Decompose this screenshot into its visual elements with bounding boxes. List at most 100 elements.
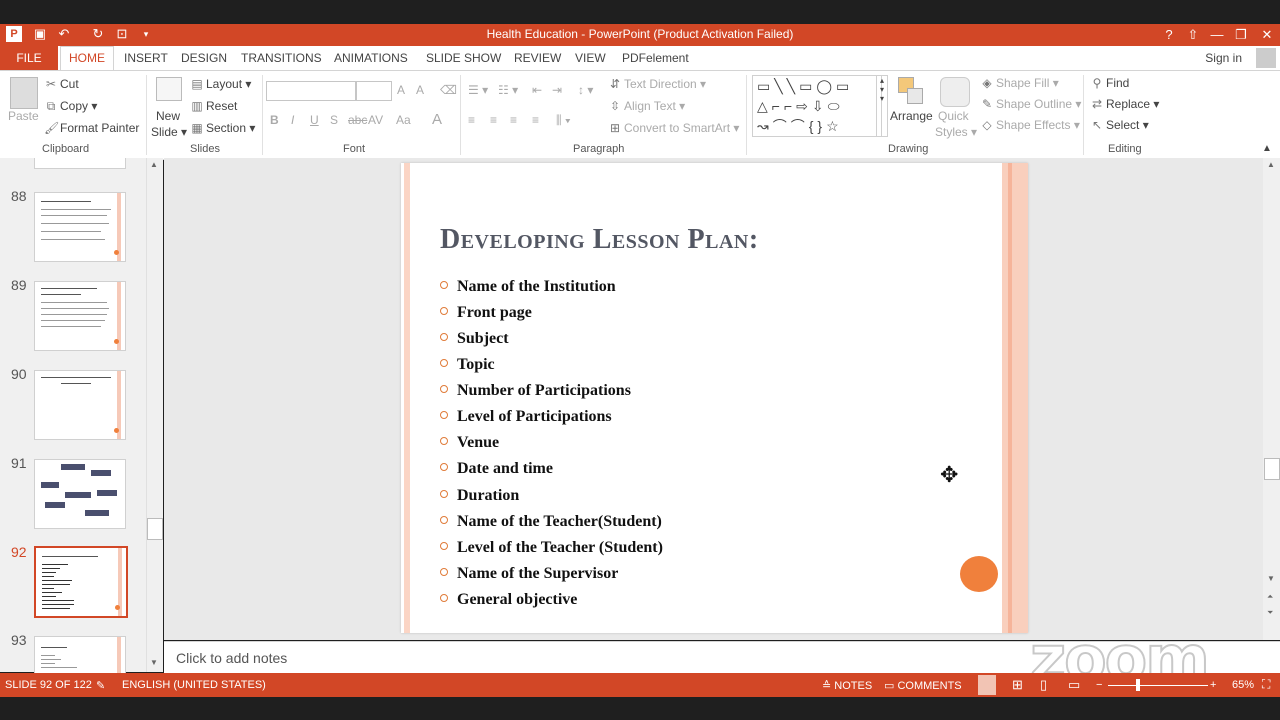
bullet-item[interactable]: Duration: [440, 487, 519, 505]
scroll-up-arrow-icon[interactable]: ▲: [150, 160, 158, 169]
tab-slide-show[interactable]: SLIDE SHOW: [426, 51, 501, 65]
shape-outline-button[interactable]: ✎ Shape Outline ▾: [980, 97, 1081, 111]
underline-button[interactable]: U: [310, 113, 319, 127]
zoom-level[interactable]: 65%: [1232, 679, 1254, 691]
new-slide-dropdown[interactable]: Slide ▾: [151, 125, 187, 139]
normal-view-button[interactable]: [978, 675, 996, 695]
language-indicator[interactable]: ENGLISH (UNITED STATES): [122, 679, 266, 691]
tab-insert[interactable]: INSERT: [124, 51, 168, 65]
slide-scrollbar[interactable]: ▲ ▼ ⏶ ⏷: [1263, 158, 1280, 640]
tab-file[interactable]: FILE: [0, 46, 58, 70]
minimize-button[interactable]: —: [1206, 26, 1228, 44]
zoom-slider-track[interactable]: [1108, 685, 1208, 686]
format-painter-button[interactable]: 🖌Format Painter: [44, 121, 139, 135]
bullet-item[interactable]: Date and time: [440, 460, 553, 478]
slide-thumbnail-89[interactable]: [34, 281, 126, 351]
bullet-item[interactable]: Level of the Teacher (Student): [440, 539, 663, 557]
shapes-scroll[interactable]: ▴ ▾ ▾: [876, 75, 888, 137]
sign-in-link[interactable]: Sign in: [1205, 51, 1242, 65]
find-button[interactable]: ⚲ Find: [1090, 76, 1130, 90]
bullet-item[interactable]: Level of Participations: [440, 408, 612, 426]
font-color-button[interactable]: A: [432, 111, 442, 128]
font-size-field[interactable]: [356, 81, 392, 101]
select-button[interactable]: ↖ Select ▾: [1090, 118, 1149, 132]
comments-toggle-button[interactable]: ▭ COMMENTS: [884, 679, 962, 692]
shrink-font-button[interactable]: A: [416, 83, 424, 97]
grow-font-button[interactable]: A: [397, 83, 405, 97]
cut-button[interactable]: ✂ Cut: [44, 77, 79, 91]
bullet-item[interactable]: Topic: [440, 356, 495, 374]
slide-thumbnail-91[interactable]: [34, 459, 126, 529]
collapse-ribbon-icon[interactable]: ▲: [1262, 143, 1272, 154]
convert-smartart-button[interactable]: ⊞ Convert to SmartArt ▾: [608, 121, 739, 135]
align-right-icon[interactable]: ≡: [510, 113, 517, 127]
align-left-icon[interactable]: ≡: [468, 113, 475, 127]
arrange-button[interactable]: Arrange: [890, 109, 933, 123]
scroll-down-arrow-icon[interactable]: ▼: [150, 658, 158, 667]
zoom-out-button[interactable]: −: [1096, 679, 1102, 691]
bullet-item[interactable]: Name of the Teacher(Student): [440, 513, 662, 531]
align-text-button[interactable]: ⇳ Align Text ▾: [608, 99, 685, 113]
zoom-in-button[interactable]: +: [1210, 679, 1216, 691]
shape-effects-button[interactable]: ◇ Shape Effects ▾: [980, 118, 1079, 132]
bullet-item[interactable]: Number of Participations: [440, 382, 631, 400]
slide-thumbnail-90[interactable]: [34, 370, 126, 440]
shape-fill-button[interactable]: ◈ Shape Fill ▾: [980, 76, 1058, 90]
ribbon-display-button[interactable]: ⇧: [1182, 26, 1204, 44]
slideshow-view-icon[interactable]: ▭: [1068, 677, 1080, 693]
layout-button[interactable]: ▤ Layout ▾: [190, 77, 251, 91]
decrease-indent-icon[interactable]: ⇤: [532, 83, 542, 97]
tab-review[interactable]: REVIEW: [514, 51, 561, 65]
bullet-item[interactable]: Front page: [440, 304, 532, 322]
tab-transitions[interactable]: TRANSITIONS: [241, 51, 322, 65]
fit-to-window-icon[interactable]: ⛶: [1262, 677, 1270, 692]
strikethrough-icon[interactable]: abc: [348, 113, 367, 127]
tab-animations[interactable]: ANIMATIONS: [334, 51, 408, 65]
zoom-slider-thumb[interactable]: [1136, 679, 1140, 691]
close-button[interactable]: ✕: [1256, 26, 1278, 44]
slide-title[interactable]: Developing Lesson Plan:: [440, 224, 759, 256]
increase-indent-icon[interactable]: ⇥: [552, 83, 562, 97]
scroll-down-arrow-icon[interactable]: ▼: [1267, 574, 1275, 583]
paste-icon[interactable]: [10, 77, 38, 109]
scroll-thumb[interactable]: [1264, 458, 1280, 480]
scroll-up-arrow-icon[interactable]: ▲: [1267, 160, 1275, 169]
paste-button[interactable]: Paste: [8, 109, 39, 123]
shapes-gallery[interactable]: ▭╲╲▭◯▭ △⌐⌐⇨⇩⬭ ↝⌒⌒{}☆: [752, 75, 882, 137]
scroll-thumb[interactable]: [147, 518, 163, 540]
slide-thumbnail-88[interactable]: [34, 192, 126, 262]
previous-slide-icon[interactable]: ⏶: [1267, 592, 1273, 602]
quick-styles-dropdown[interactable]: Styles ▾: [935, 125, 977, 139]
shadow-button[interactable]: S: [330, 113, 338, 127]
text-direction-button[interactable]: ⇵ Text Direction ▾: [608, 77, 706, 91]
bullet-item[interactable]: Name of the Supervisor: [440, 565, 618, 583]
arrange-icon[interactable]: [898, 77, 923, 105]
avatar[interactable]: [1256, 48, 1276, 68]
copy-button[interactable]: ⧉ Copy ▾: [44, 99, 98, 114]
italic-button[interactable]: I: [291, 113, 294, 127]
thumbnail-scrollbar[interactable]: ▲ ▼: [146, 158, 163, 672]
help-button[interactable]: ?: [1158, 26, 1180, 44]
reading-view-icon[interactable]: ▯: [1040, 677, 1047, 693]
spell-check-icon[interactable]: ✎: [96, 679, 105, 692]
section-button[interactable]: ▦ Section ▾: [190, 121, 255, 135]
tab-pdfelement[interactable]: PDFelement: [622, 51, 689, 65]
bullet-item[interactable]: Venue: [440, 434, 499, 452]
notes-toggle-button[interactable]: ≙ NOTES: [822, 679, 872, 692]
quick-styles-icon[interactable]: [940, 77, 970, 107]
new-slide-icon[interactable]: [156, 77, 182, 101]
bullet-item[interactable]: Name of the Institution: [440, 278, 616, 296]
justify-icon[interactable]: ≡: [532, 113, 539, 127]
char-spacing-button[interactable]: AV: [368, 113, 383, 127]
restore-button[interactable]: ❐: [1230, 26, 1252, 44]
align-center-icon[interactable]: ≡: [490, 113, 497, 127]
slide-sorter-icon[interactable]: ⊞: [1012, 677, 1023, 693]
bullets-icon[interactable]: ☰ ▾: [468, 83, 488, 97]
reset-button[interactable]: ▥ Reset: [190, 99, 237, 113]
tab-home[interactable]: HOME: [60, 46, 114, 70]
bullet-item[interactable]: Subject: [440, 330, 509, 348]
clear-format-icon[interactable]: ⌫: [440, 83, 457, 97]
font-name-field[interactable]: [266, 81, 356, 101]
line-spacing-icon[interactable]: ↕ ▾: [578, 83, 593, 97]
slide-thumbnail-92[interactable]: [34, 546, 128, 618]
